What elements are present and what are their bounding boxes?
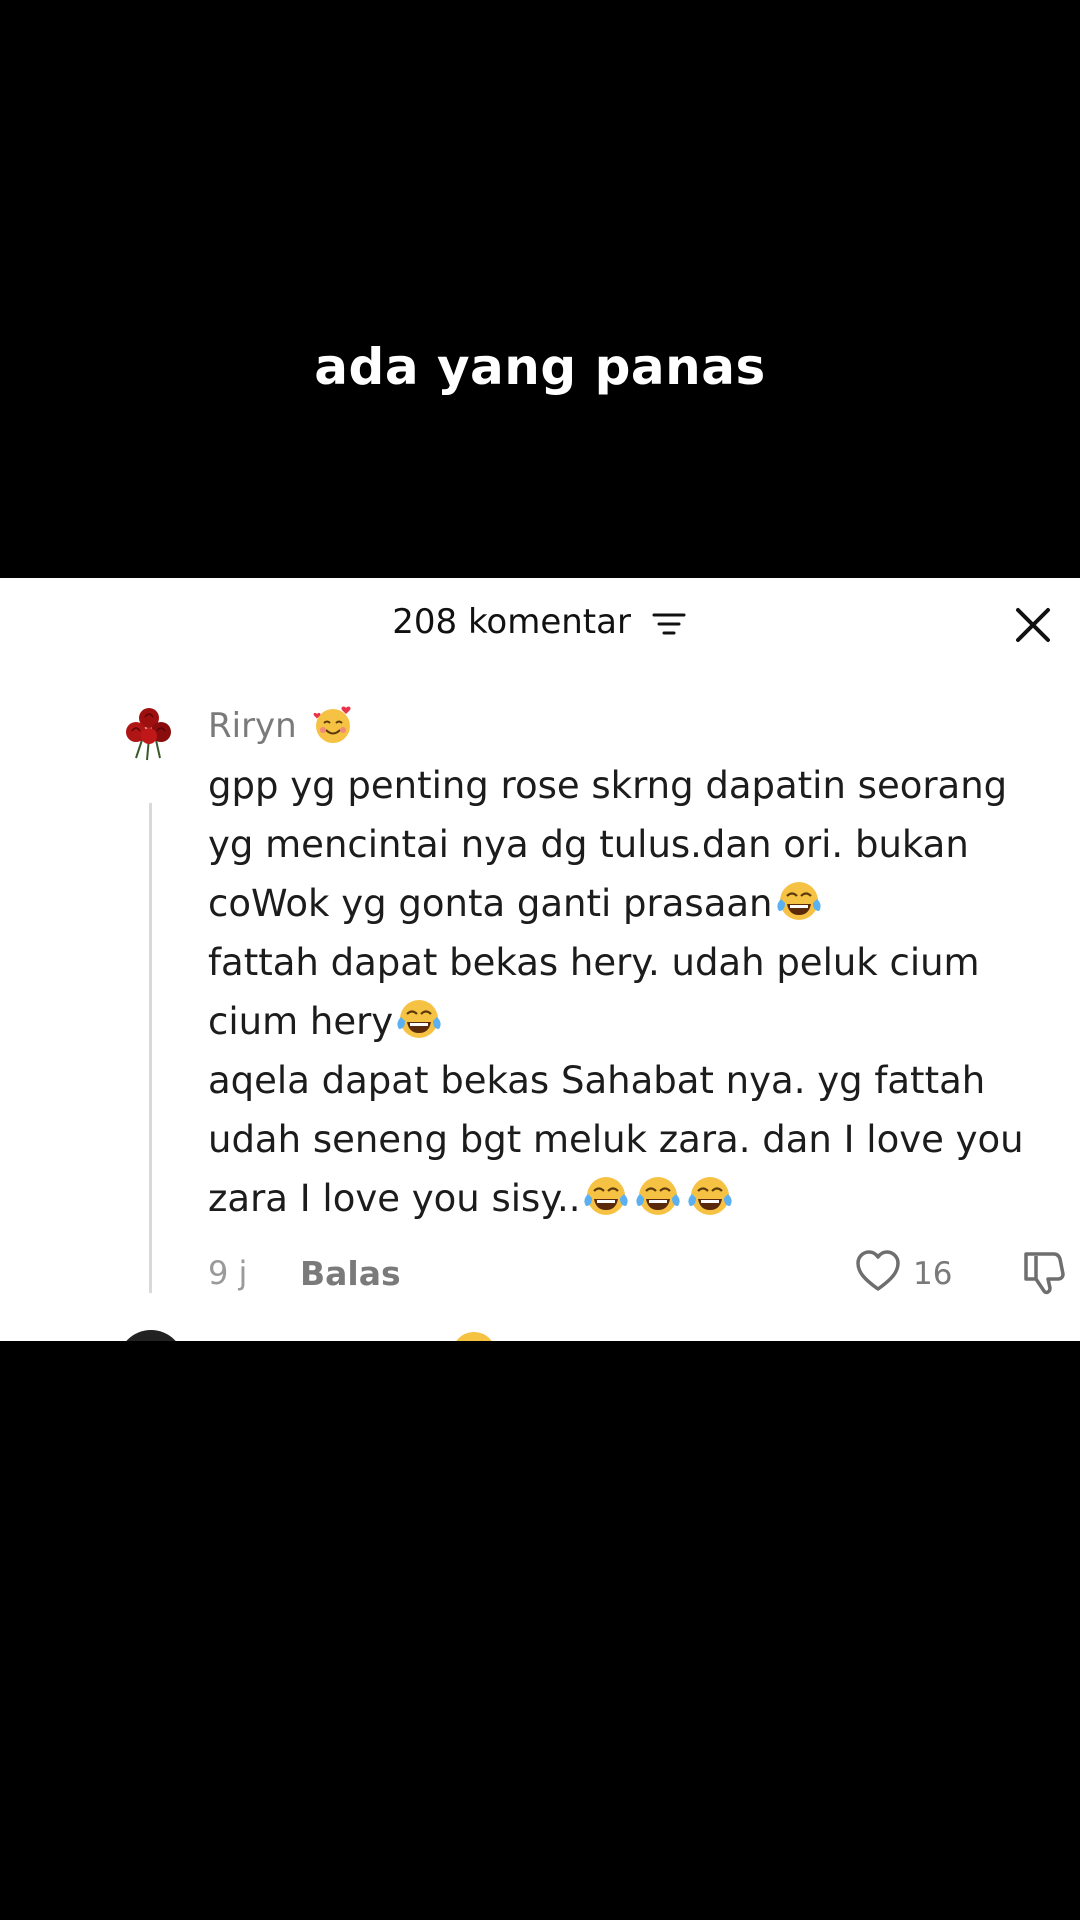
face-with-tears-of-joy-icon [636, 1176, 681, 1215]
comment-line: aqela dapat bekas Sahabat nya. yg fattah [208, 1059, 986, 1102]
comment-text: gpp yg penting rose skrng dapatin seoran… [208, 756, 1068, 1228]
comment-line: fattah dapat bekas hery. udah peluk cium [208, 941, 980, 984]
video-caption: ada yang panas [314, 338, 766, 396]
face-with-tears-of-joy-icon [776, 881, 821, 920]
comment-line: zara I love you sisy.. [208, 1169, 1068, 1228]
comment-line: gpp yg penting rose skrng dapatin seoran… [208, 764, 1008, 807]
heart-outline-icon[interactable] [854, 1248, 902, 1294]
reply-button[interactable]: Balas [300, 1254, 401, 1293]
face-with-tears-of-joy-icon [584, 1176, 629, 1215]
like-count: 16 [913, 1256, 953, 1292]
comments-count-label: 208 komentar [392, 602, 631, 642]
face-with-tears-of-joy-icon [688, 1176, 733, 1215]
comment-username[interactable]: Riryn [208, 706, 356, 748]
comment-time: 9 j [208, 1254, 248, 1292]
comment-line: udah seneng bgt meluk zara. dan I love y… [208, 1118, 1024, 1161]
comment-line: coWok yg gonta ganti prasaan [208, 874, 1068, 933]
comments-count-title[interactable]: 208 komentar [0, 602, 1080, 642]
face-with-tears-of-joy-icon [397, 999, 441, 1038]
next-comment-avatar[interactable] [118, 1330, 184, 1341]
avatar[interactable] [116, 700, 182, 766]
comment-line-text: zara I love you sisy.. [208, 1177, 581, 1220]
comment-line-text: coWok yg gonta ganti prasaan [208, 882, 773, 925]
comment-line: cium hery [208, 992, 1068, 1051]
username-label: Riryn [208, 706, 297, 746]
sort-lines-icon[interactable] [650, 609, 688, 639]
comment-actions: 9 j Balas 16 [0, 1248, 1080, 1308]
close-icon[interactable] [1008, 600, 1058, 650]
smiling-face-with-hearts-emoji [313, 706, 351, 743]
comments-panel: 208 komentar Riryn gpp yg penting rose s… [0, 578, 1080, 1341]
comments-header: 208 komentar [0, 578, 1080, 668]
comment-line-text: cium hery [208, 1000, 394, 1043]
reply-thread-line [149, 803, 152, 1293]
comment-line: yg mencintai nya dg tulus.dan ori. bukan [208, 823, 969, 866]
red-roses-avatar [116, 700, 182, 766]
next-comment-emoji-icon [452, 1332, 496, 1341]
thumbs-down-icon[interactable] [1020, 1248, 1070, 1296]
